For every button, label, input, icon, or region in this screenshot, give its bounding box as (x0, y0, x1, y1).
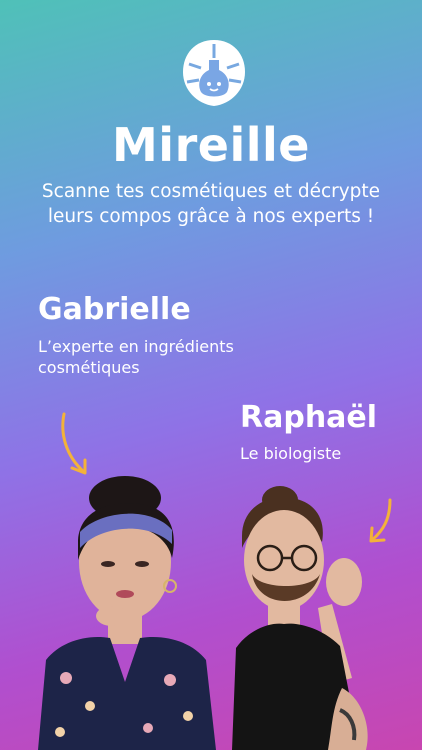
expert-name-gabrielle: Gabrielle (38, 292, 191, 327)
gabrielle-photo (38, 476, 216, 750)
expert-name-raphael: Raphaël (240, 400, 378, 435)
raphael-photo (232, 486, 368, 750)
monstera-leaf-flask-icon (183, 40, 245, 106)
expert-role-gabrielle: L’experte en ingrédients cosmétiques (38, 337, 234, 377)
expert-role-raphael: Le biologiste (240, 444, 342, 463)
app-tagline: Scanne tes cosmétiques et décrypte leurs… (41, 181, 381, 227)
app-title: Mireille (112, 118, 310, 172)
curved-arrow-icon (61, 412, 87, 475)
